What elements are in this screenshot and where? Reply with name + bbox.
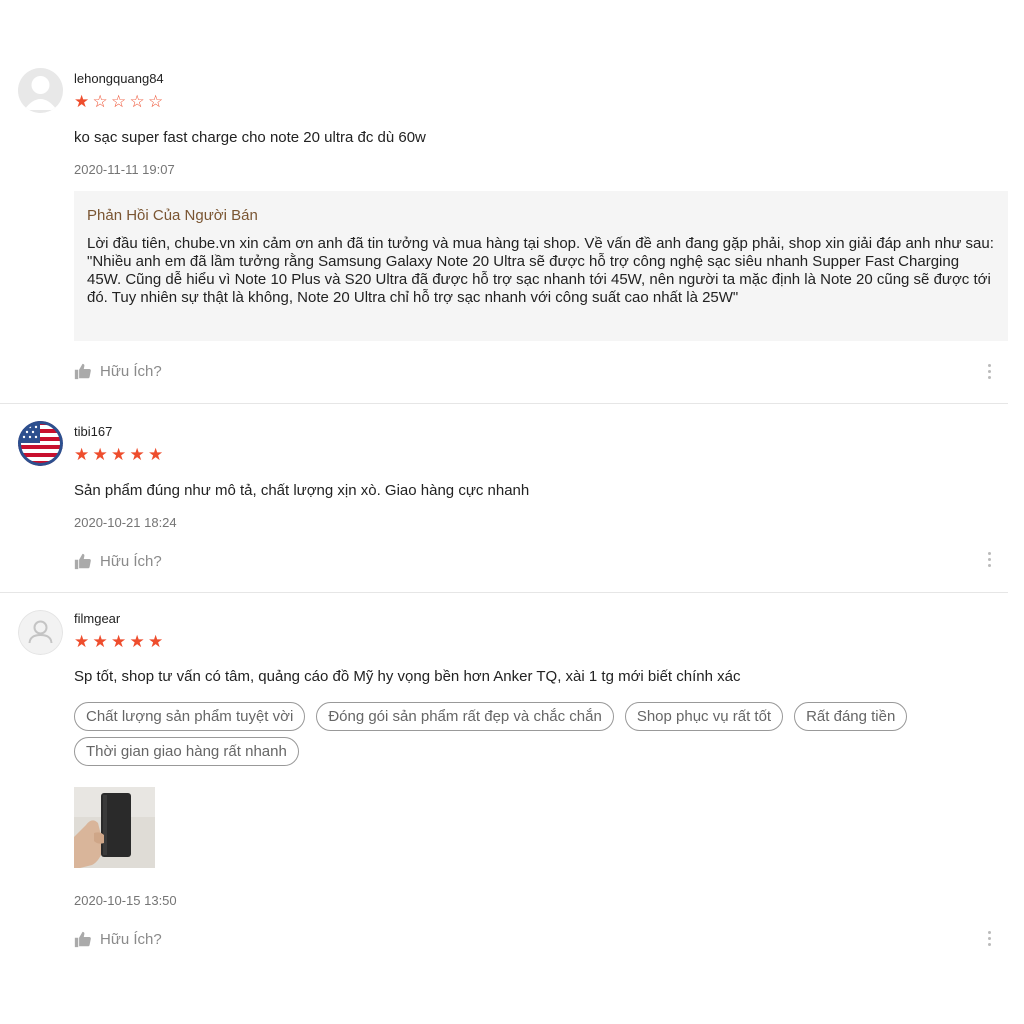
seller-reply-title: Phản Hồi Của Người Bán: [87, 207, 258, 224]
star-filled-icon: ★: [129, 632, 145, 651]
seller-reply-text: Lời đầu tiên, chube.vn xin cảm ơn anh đã…: [87, 235, 994, 306]
star-rating: ★ ☆ ☆ ☆ ☆: [74, 93, 166, 110]
helpful-label: Hữu Ích?: [100, 931, 162, 948]
star-filled-icon: ★: [74, 92, 90, 111]
star-filled-icon: ★: [74, 445, 90, 464]
star-rating: ★ ★ ★ ★ ★: [74, 446, 166, 463]
helpful-button[interactable]: Hữu Ích?: [74, 553, 162, 570]
review-date: 2020-10-15 13:50: [74, 893, 177, 908]
review-date: 2020-11-11 19:07: [74, 162, 175, 177]
more-vertical-icon[interactable]: [988, 931, 992, 949]
helpful-button[interactable]: Hữu Ích?: [74, 931, 162, 948]
star-empty-icon: ☆: [129, 92, 145, 111]
helpful-label: Hữu Ích?: [100, 553, 162, 570]
star-filled-icon: ★: [111, 632, 127, 651]
helpful-button[interactable]: Hữu Ích?: [74, 363, 162, 380]
review-username[interactable]: lehongquang84: [74, 71, 164, 86]
review-tags: Chất lượng sản phẩm tuyệt vời Đóng gói s…: [74, 702, 994, 766]
default-avatar-icon[interactable]: [18, 68, 63, 113]
flag-avatar[interactable]: [18, 421, 63, 466]
thumbs-up-icon: [74, 931, 91, 948]
review-tag: Đóng gói sản phẩm rất đẹp và chắc chắn: [316, 702, 614, 731]
review-item: tibi167 ★ ★ ★ ★ ★ Sản phẩm đúng như mô tả, c…: [0, 403, 1008, 593]
thumbs-up-icon: [74, 363, 91, 380]
seller-reply: Phản Hồi Của Người Bán Lời đầu tiên, chu…: [74, 191, 1008, 341]
review-item: lehongquang84 ★ ☆ ☆ ☆ ☆ ko sạc super fast ch…: [0, 0, 1008, 404]
star-filled-icon: ★: [129, 445, 145, 464]
review-comment: ko sạc super fast charge cho note 20 ult…: [74, 129, 426, 146]
review-tag: Chất lượng sản phẩm tuyệt vời: [74, 702, 306, 731]
star-filled-icon: ★: [92, 445, 108, 464]
more-vertical-icon[interactable]: [988, 364, 992, 382]
star-empty-icon: ☆: [111, 92, 127, 111]
star-filled-icon: ★: [148, 632, 164, 651]
star-filled-icon: ★: [92, 632, 108, 651]
star-rating: ★ ★ ★ ★ ★: [74, 633, 166, 650]
review-comment: Sản phẩm đúng như mô tả, chất lượng xịn …: [74, 482, 530, 499]
star-empty-icon: ☆: [148, 92, 164, 111]
star-filled-icon: ★: [74, 632, 90, 651]
more-vertical-icon[interactable]: [988, 552, 992, 570]
star-empty-icon: ☆: [92, 92, 108, 111]
review-photo[interactable]: [74, 787, 155, 868]
star-filled-icon: ★: [111, 445, 127, 464]
review-username[interactable]: filmgear: [74, 611, 120, 626]
review-date: 2020-10-21 18:24: [74, 515, 177, 530]
thumbs-up-icon: [74, 553, 91, 570]
review-tag: Thời gian giao hàng rất nhanh: [74, 737, 299, 766]
review-comment: Sp tốt, shop tư vấn có tâm, quảng cáo đồ…: [74, 668, 741, 685]
review-item: filmgear ★ ★ ★ ★ ★ Sp tốt, shop tư vấn có tâ…: [0, 592, 1008, 992]
review-tag: Rất đáng tiền: [794, 702, 908, 731]
star-filled-icon: ★: [148, 445, 164, 464]
helpful-label: Hữu Ích?: [100, 363, 162, 380]
default-avatar-icon[interactable]: [18, 610, 63, 655]
review-username[interactable]: tibi167: [74, 424, 112, 439]
review-tag: Shop phục vụ rất tốt: [624, 702, 784, 731]
